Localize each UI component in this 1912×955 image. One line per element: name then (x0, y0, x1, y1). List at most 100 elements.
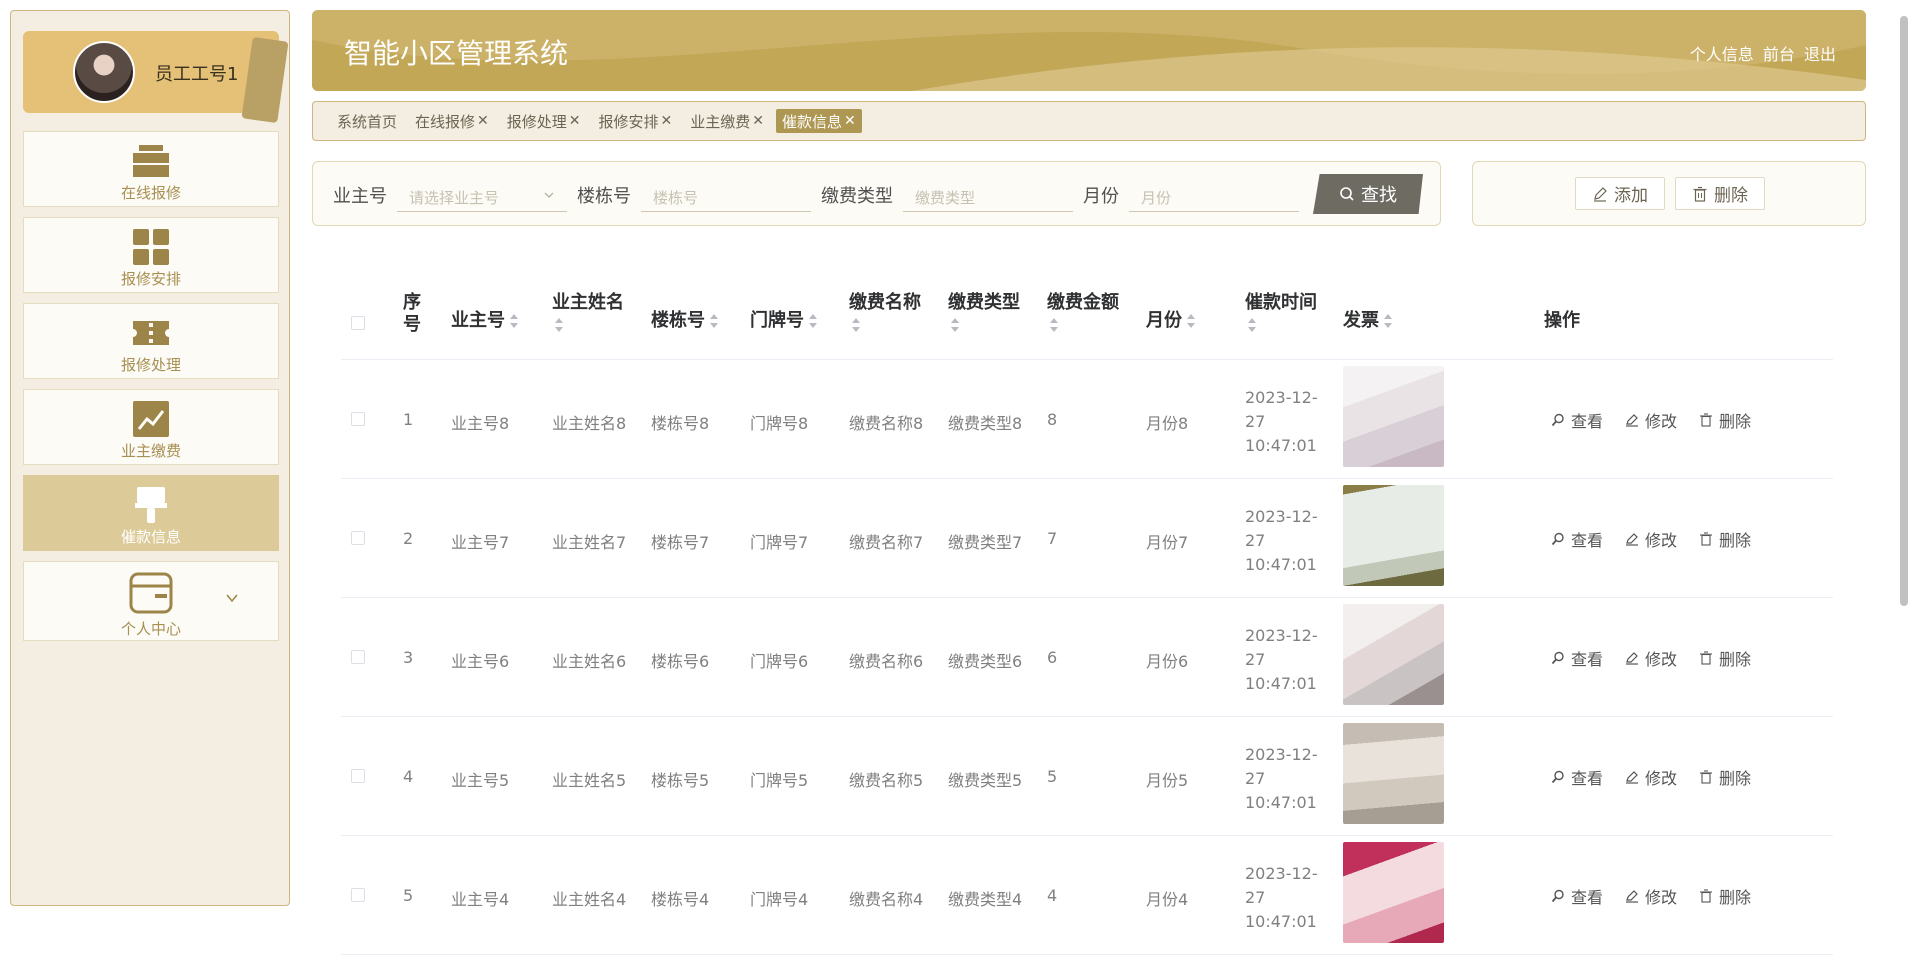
owner-no-select[interactable] (397, 176, 567, 212)
building-input[interactable] (641, 176, 811, 212)
sidebar-item-personal-center[interactable]: 个人中心 (23, 561, 279, 641)
avatar[interactable] (73, 41, 135, 103)
sidebar-item-online-repair[interactable]: 在线报修 (23, 131, 279, 207)
invoice-thumbnail[interactable] (1343, 366, 1444, 467)
tab-repair-handling[interactable]: 报修处理 ✕ (501, 109, 587, 133)
row-checkbox[interactable] (351, 531, 365, 545)
cell-owner-name: 业主姓名8 (552, 414, 627, 433)
edit-button[interactable]: 修改 (1625, 527, 1677, 551)
invoice-thumbnail[interactable] (1343, 723, 1444, 824)
edit-icon (1594, 186, 1607, 202)
select-all-checkbox[interactable] (351, 316, 365, 330)
tab-repair-schedule[interactable]: 报修安排 ✕ (593, 109, 679, 133)
invoice-thumbnail[interactable] (1343, 842, 1444, 943)
col-owner-no[interactable]: 业主号 (451, 310, 519, 332)
sort-icon[interactable] (851, 318, 861, 332)
sort-icon[interactable] (709, 314, 719, 328)
delete-label: 删除 (1719, 888, 1752, 907)
briefcase-icon (133, 145, 169, 177)
sort-icon[interactable] (1247, 318, 1257, 332)
col-invoice[interactable]: 发票 (1343, 310, 1393, 332)
invoice-thumbnail[interactable] (1343, 604, 1444, 705)
sort-icon[interactable] (1383, 314, 1393, 328)
col-fee-type[interactable]: 缴费类型 (948, 292, 1020, 336)
sidebar-item-repair-schedule[interactable]: 报修安排 (23, 217, 279, 293)
col-fee-name[interactable]: 缴费名称 (849, 292, 921, 336)
payment-reminder-table: 序号 业主号 业主姓名 楼栋号 门牌号 缴费名称 缴费类型 缴费金额 月份 催款… (341, 278, 1833, 955)
col-month[interactable]: 月份 (1146, 310, 1196, 332)
sidebar-item-owner-payment[interactable]: 业主缴费 (23, 389, 279, 465)
batch-delete-button[interactable]: 删除 (1675, 177, 1765, 210)
col-owner-name[interactable]: 业主姓名 (552, 292, 624, 336)
sort-icon[interactable] (509, 314, 519, 328)
fee-type-input[interactable] (903, 176, 1073, 212)
row-checkbox[interactable] (351, 412, 365, 426)
close-icon[interactable]: ✕ (569, 113, 581, 129)
close-icon[interactable]: ✕ (477, 113, 489, 129)
col-amount-label: 缴费金额 (1047, 292, 1119, 313)
col-building[interactable]: 楼栋号 (651, 310, 719, 332)
user-name: 员工工号1 (155, 64, 239, 85)
col-index: 序号 (403, 292, 421, 335)
sort-icon[interactable] (1049, 318, 1059, 332)
view-label: 查看 (1571, 888, 1604, 907)
delete-button[interactable]: 删除 (1699, 527, 1751, 551)
edit-button[interactable]: 修改 (1625, 884, 1677, 908)
col-door[interactable]: 门牌号 (750, 310, 818, 332)
tab-label: 在线报修 (415, 112, 476, 131)
tab-payment-reminder[interactable]: 催款信息 ✕ (776, 109, 862, 133)
sort-icon[interactable] (554, 318, 564, 332)
sort-icon[interactable] (950, 318, 960, 332)
sort-icon[interactable] (808, 314, 818, 328)
page-scrollbar[interactable] (1900, 16, 1908, 606)
delete-button[interactable]: 删除 (1699, 884, 1751, 908)
view-button[interactable]: 查看 (1551, 527, 1603, 551)
chevron-down-icon[interactable] (226, 592, 238, 604)
frontend-link[interactable]: 前台 (1763, 45, 1795, 64)
month-input[interactable] (1129, 176, 1299, 212)
close-icon[interactable]: ✕ (661, 113, 673, 129)
col-amount[interactable]: 缴费金额 (1047, 292, 1119, 336)
invoice-thumbnail[interactable] (1343, 485, 1444, 586)
view-label: 查看 (1571, 531, 1604, 550)
user-profile-card: 员工工号1 (23, 31, 289, 124)
sidebar-item-repair-handling[interactable]: 报修处理 (23, 303, 279, 379)
cell-reminder-time: 2023-12-27 10:47:01 (1245, 626, 1318, 693)
cell-owner-name: 业主姓名5 (552, 771, 627, 790)
tab-label: 系统首页 (337, 112, 398, 131)
row-checkbox[interactable] (351, 888, 365, 902)
profile-link[interactable]: 个人信息 (1690, 45, 1754, 64)
edit-icon (1626, 890, 1638, 903)
edit-button[interactable]: 修改 (1625, 646, 1677, 670)
delete-button[interactable]: 删除 (1699, 408, 1751, 432)
delete-button[interactable]: 删除 (1699, 646, 1751, 670)
cell-reminder-time: 2023-12-27 10:47:01 (1245, 745, 1318, 812)
search-button[interactable]: 查找 (1313, 174, 1423, 214)
row-checkbox[interactable] (351, 769, 365, 783)
trash-icon (1693, 186, 1707, 202)
close-icon[interactable]: ✕ (844, 113, 856, 129)
search-icon (1551, 770, 1564, 784)
sort-icon[interactable] (1186, 314, 1196, 328)
cell-month: 月份7 (1146, 533, 1189, 552)
edit-button[interactable]: 修改 (1625, 408, 1677, 432)
tab-online-repair[interactable]: 在线报修 ✕ (409, 109, 495, 133)
col-reminder-time[interactable]: 催款时间 (1245, 292, 1317, 336)
trend-chart-icon (133, 401, 169, 437)
close-icon[interactable]: ✕ (752, 113, 764, 129)
view-button[interactable]: 查看 (1551, 646, 1603, 670)
tab-owner-payment[interactable]: 业主缴费 ✕ (684, 109, 770, 133)
view-button[interactable]: 查看 (1551, 884, 1603, 908)
sidebar-item-label: 业主缴费 (120, 442, 181, 460)
add-button[interactable]: 添加 (1575, 177, 1665, 210)
view-button[interactable]: 查看 (1551, 765, 1603, 789)
logout-link[interactable]: 退出 (1804, 45, 1836, 64)
cell-amount: 7 (1047, 529, 1058, 548)
delete-button[interactable]: 删除 (1699, 765, 1751, 789)
sidebar-item-payment-reminder[interactable]: 催款信息 (23, 475, 279, 551)
row-checkbox[interactable] (351, 650, 365, 664)
edit-label: 修改 (1645, 888, 1678, 907)
view-button[interactable]: 查看 (1551, 408, 1603, 432)
edit-button[interactable]: 修改 (1625, 765, 1677, 789)
tab-home[interactable]: 系统首页 (331, 109, 403, 133)
